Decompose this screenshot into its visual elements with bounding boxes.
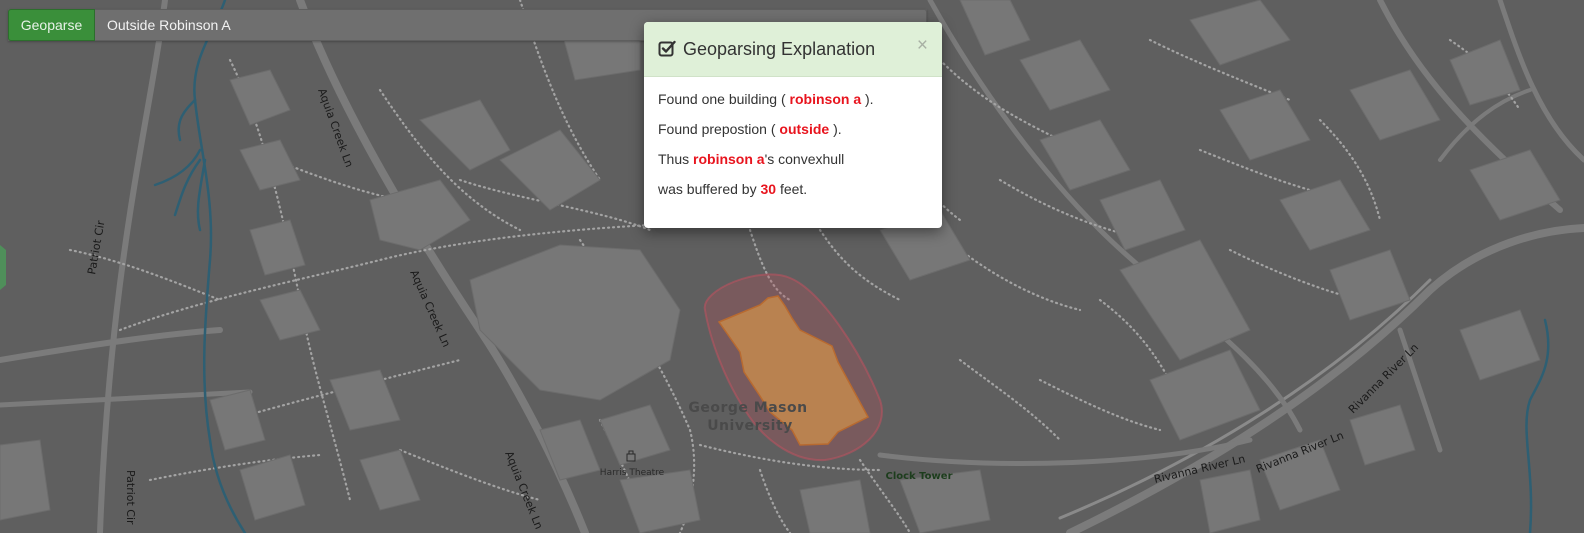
close-icon[interactable]: ×: [917, 36, 928, 55]
street-label-patriot-2: Patriot Cir: [124, 470, 137, 525]
university-label-line1: George Mason: [688, 400, 807, 416]
geoparse-button[interactable]: Geoparse: [8, 9, 95, 41]
check-square-icon: [658, 40, 676, 58]
buffer-distance: 30: [760, 181, 777, 197]
university-label-line2: University: [707, 418, 793, 434]
building-name: robinson a: [789, 91, 862, 107]
preposition-value: outside: [779, 121, 830, 137]
dialog-body: Found one building ( robinson a ). Found…: [644, 77, 942, 198]
explanation-line-buffer: was buffered by 30 feet.: [658, 181, 808, 197]
park-patch: [0, 245, 6, 290]
dialog-title: Geoparsing Explanation: [683, 38, 876, 59]
geoparsing-explanation-dialog: Geoparsing Explanation × Found one build…: [644, 22, 942, 228]
building-name: robinson a: [693, 151, 765, 167]
explanation-line-building: Found one building ( robinson a ).: [658, 91, 874, 107]
dialog-header: Geoparsing Explanation ×: [644, 22, 942, 77]
explanation-line-convexhull: Thus robinson a's convexhull: [658, 151, 845, 167]
explanation-line-preposition: Found prepostion ( outside ).: [658, 121, 842, 137]
harris-theatre-label: Harris Theatre: [600, 468, 665, 478]
clock-tower-label: Clock Tower: [885, 471, 952, 482]
